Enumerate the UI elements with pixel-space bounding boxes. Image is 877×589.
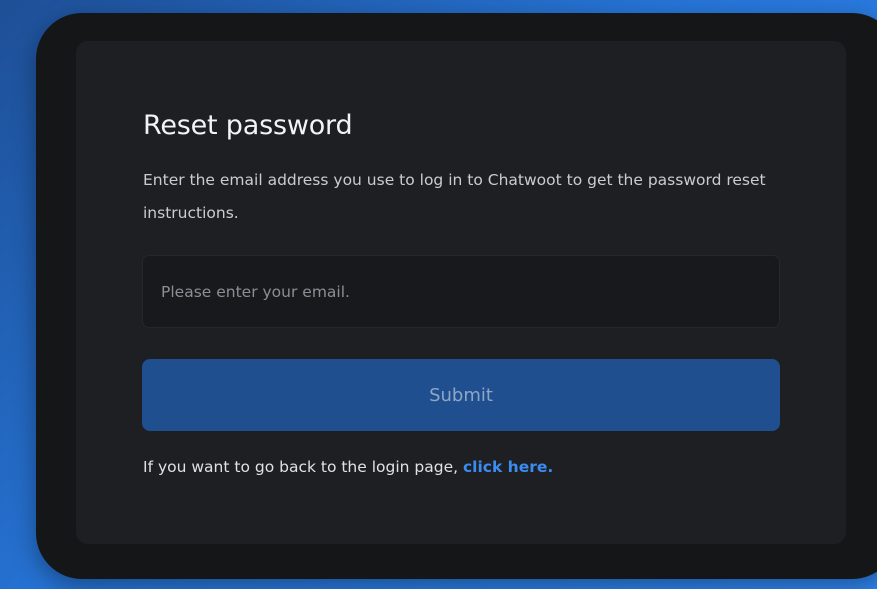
submit-button[interactable]: Submit bbox=[142, 359, 780, 431]
back-to-login-link[interactable]: click here. bbox=[463, 458, 553, 476]
back-to-login-prefix: If you want to go back to the login page… bbox=[143, 458, 463, 476]
back-to-login-text: If you want to go back to the login page… bbox=[143, 458, 553, 476]
page-title: Reset password bbox=[143, 110, 353, 141]
reset-password-card: Reset password Enter the email address y… bbox=[76, 41, 846, 544]
instructions-text: Enter the email address you use to log i… bbox=[143, 171, 766, 222]
email-input[interactable] bbox=[142, 255, 780, 328]
